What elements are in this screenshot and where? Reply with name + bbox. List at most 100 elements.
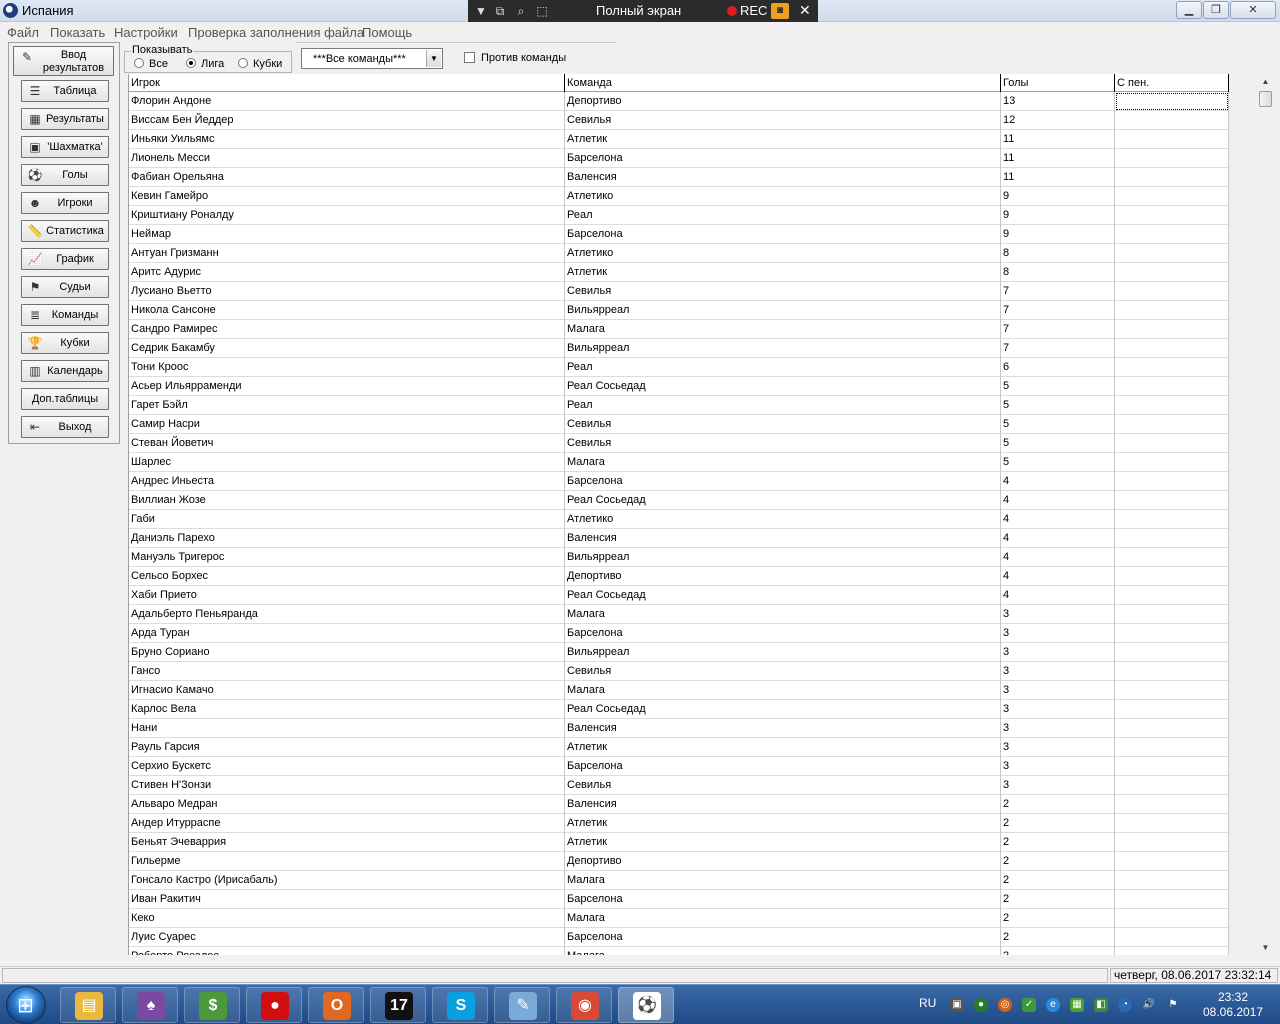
cell-goals[interactable]: 11	[1001, 130, 1115, 149]
cell-goals[interactable]: 4	[1001, 586, 1115, 605]
cell-penalties[interactable]	[1115, 795, 1229, 814]
cell-player[interactable]: Серхио Бускетс	[129, 757, 565, 776]
cell-goals[interactable]: 4	[1001, 510, 1115, 529]
table-row[interactable]: Арда Туран Барселона 3	[129, 624, 1229, 643]
table-row[interactable]: Никола Сансоне Вильярреал 7	[129, 301, 1229, 320]
cell-player[interactable]: Рауль Гарсия	[129, 738, 565, 757]
cell-team[interactable]: Севилья	[565, 662, 1001, 681]
table-button[interactable]: ☰ Таблица	[21, 80, 109, 102]
cell-player[interactable]: Нани	[129, 719, 565, 738]
enter-results-button[interactable]: ✎ Ввод результатов	[13, 46, 114, 76]
table-row[interactable]: Криштиану Роналду Реал 9	[129, 206, 1229, 225]
table-row[interactable]: Карлос Вела Реал Сосьедад 3	[129, 700, 1229, 719]
cell-team[interactable]: Барселона	[565, 928, 1001, 947]
table-row[interactable]: Иван Ракитич Барселона 2	[129, 890, 1229, 909]
cell-penalties[interactable]	[1115, 776, 1229, 795]
cell-goals[interactable]: 3	[1001, 700, 1115, 719]
tray-volume-icon[interactable]: 🔊	[1142, 998, 1156, 1012]
cell-penalties[interactable]	[1115, 301, 1229, 320]
table-row[interactable]: Седрик Бакамбу Вильярреал 7	[129, 339, 1229, 358]
team-select[interactable]: ***Все команды*** ▼	[301, 48, 443, 69]
cell-team[interactable]: Атлетик	[565, 833, 1001, 852]
cell-team[interactable]: Вильярреал	[565, 643, 1001, 662]
table-row[interactable]: Сандро Рамирес Малага 7	[129, 320, 1229, 339]
cell-player[interactable]: Гарет Бэйл	[129, 396, 565, 415]
cell-penalties[interactable]	[1115, 358, 1229, 377]
tray-record-icon[interactable]: ◎	[998, 998, 1012, 1012]
table-row[interactable]: Даниэль Парехо Валенсия 4	[129, 529, 1229, 548]
cell-player[interactable]: Габи	[129, 510, 565, 529]
cell-team[interactable]: Малага	[565, 605, 1001, 624]
table-row[interactable]: Виллиан Жозе Реал Сосьедад 4	[129, 491, 1229, 510]
menu-settings[interactable]: Настройки	[114, 25, 178, 40]
table-row[interactable]: Лионель Месси Барселона 11	[129, 149, 1229, 168]
cell-team[interactable]: Атлетико	[565, 187, 1001, 206]
cell-team[interactable]: Барселона	[565, 890, 1001, 909]
table-row[interactable]: Луис Суарес Барселона 2	[129, 928, 1229, 947]
cell-goals[interactable]: 3	[1001, 681, 1115, 700]
cell-player[interactable]: Иньяки Уильямс	[129, 130, 565, 149]
recorder-close-icon[interactable]: ✕	[799, 2, 811, 19]
table-row[interactable]: Виссам Бен Йеддер Севилья 12	[129, 111, 1229, 130]
cell-penalties[interactable]	[1115, 928, 1229, 947]
cell-player[interactable]: Гансо	[129, 662, 565, 681]
radio-all[interactable]: Все	[134, 58, 168, 70]
radio-cups-circle[interactable]	[238, 58, 248, 68]
extra-tables-button[interactable]: Доп.таблицы	[21, 388, 109, 410]
cell-goals[interactable]: 5	[1001, 396, 1115, 415]
cell-team[interactable]: Реал Сосьедад	[565, 586, 1001, 605]
menu-check-file[interactable]: Проверка заполнения файла	[188, 25, 364, 40]
cell-goals[interactable]: 4	[1001, 529, 1115, 548]
cell-goals[interactable]: 4	[1001, 548, 1115, 567]
cell-player[interactable]: Хаби Прието	[129, 586, 565, 605]
cell-player[interactable]: Андрес Иньеста	[129, 472, 565, 491]
table-row[interactable]: Лусиано Вьетто Севилья 7	[129, 282, 1229, 301]
table-row[interactable]: Мануэль Тригерос Вильярреал 4	[129, 548, 1229, 567]
cell-penalties[interactable]	[1115, 472, 1229, 491]
cell-penalties[interactable]	[1115, 415, 1229, 434]
taskbar-app-button[interactable]: 17	[370, 987, 426, 1023]
taskbar-app-button[interactable]: ●	[246, 987, 302, 1023]
vertical-scrollbar[interactable]: ▲ ▼	[1257, 74, 1274, 956]
taskbar-app-button[interactable]: ✎	[494, 987, 550, 1023]
cell-team[interactable]: Севилья	[565, 415, 1001, 434]
cell-goals[interactable]: 13	[1001, 92, 1115, 111]
table-row[interactable]: Самир Насри Севилья 5	[129, 415, 1229, 434]
menu-help[interactable]: Помощь	[362, 25, 412, 40]
menu-file[interactable]: Файл	[7, 25, 39, 40]
cell-penalties[interactable]	[1115, 130, 1229, 149]
cell-player[interactable]: Асьер Ильярраменди	[129, 377, 565, 396]
cell-penalties[interactable]	[1115, 453, 1229, 472]
table-row[interactable]: Роберто РосалесМалага2	[129, 947, 1229, 955]
cell-penalties[interactable]	[1115, 548, 1229, 567]
cell-team[interactable]: Валенсия	[565, 168, 1001, 187]
table-row[interactable]: Хаби Прието Реал Сосьедад 4	[129, 586, 1229, 605]
column-header-penalties[interactable]: С пен.	[1115, 74, 1229, 92]
region-icon[interactable]: ⬚	[534, 3, 550, 19]
scroll-up-icon[interactable]: ▲	[1257, 74, 1274, 90]
zoom-icon[interactable]: ⌕	[513, 3, 529, 19]
cell-player[interactable]: Флорин Андоне	[129, 92, 565, 111]
scroll-down-icon[interactable]: ▼	[1257, 940, 1274, 956]
tray-app-icon[interactable]: ●	[974, 998, 988, 1012]
cell-penalties[interactable]	[1115, 149, 1229, 168]
cell-penalties[interactable]	[1115, 719, 1229, 738]
cell-penalties[interactable]	[1115, 567, 1229, 586]
cell-player[interactable]: Виллиан Жозе	[129, 491, 565, 510]
cell-team[interactable]: Барселона	[565, 225, 1001, 244]
cell-player[interactable]: Антуан Гризманн	[129, 244, 565, 263]
table-row[interactable]: Стеван Йоветич Севилья 5	[129, 434, 1229, 453]
cell-player[interactable]: Никола Сансоне	[129, 301, 565, 320]
table-row[interactable]: Андер Итурраспе Атлетик 2	[129, 814, 1229, 833]
cell-penalties[interactable]	[1115, 833, 1229, 852]
cell-team[interactable]: Депортиво	[565, 567, 1001, 586]
cell-goals[interactable]: 7	[1001, 320, 1115, 339]
table-row[interactable]: Кевин Гамейро Атлетико 9	[129, 187, 1229, 206]
cell-penalties[interactable]	[1115, 586, 1229, 605]
cell-team[interactable]: Атлетик	[565, 130, 1001, 149]
table-row[interactable]: Стивен Н'Зонзи Севилья 3	[129, 776, 1229, 795]
cell-penalties[interactable]	[1115, 168, 1229, 187]
cell-goals[interactable]: 4	[1001, 567, 1115, 586]
table-row[interactable]: Гильерме Депортиво 2	[129, 852, 1229, 871]
cell-penalties[interactable]	[1115, 510, 1229, 529]
